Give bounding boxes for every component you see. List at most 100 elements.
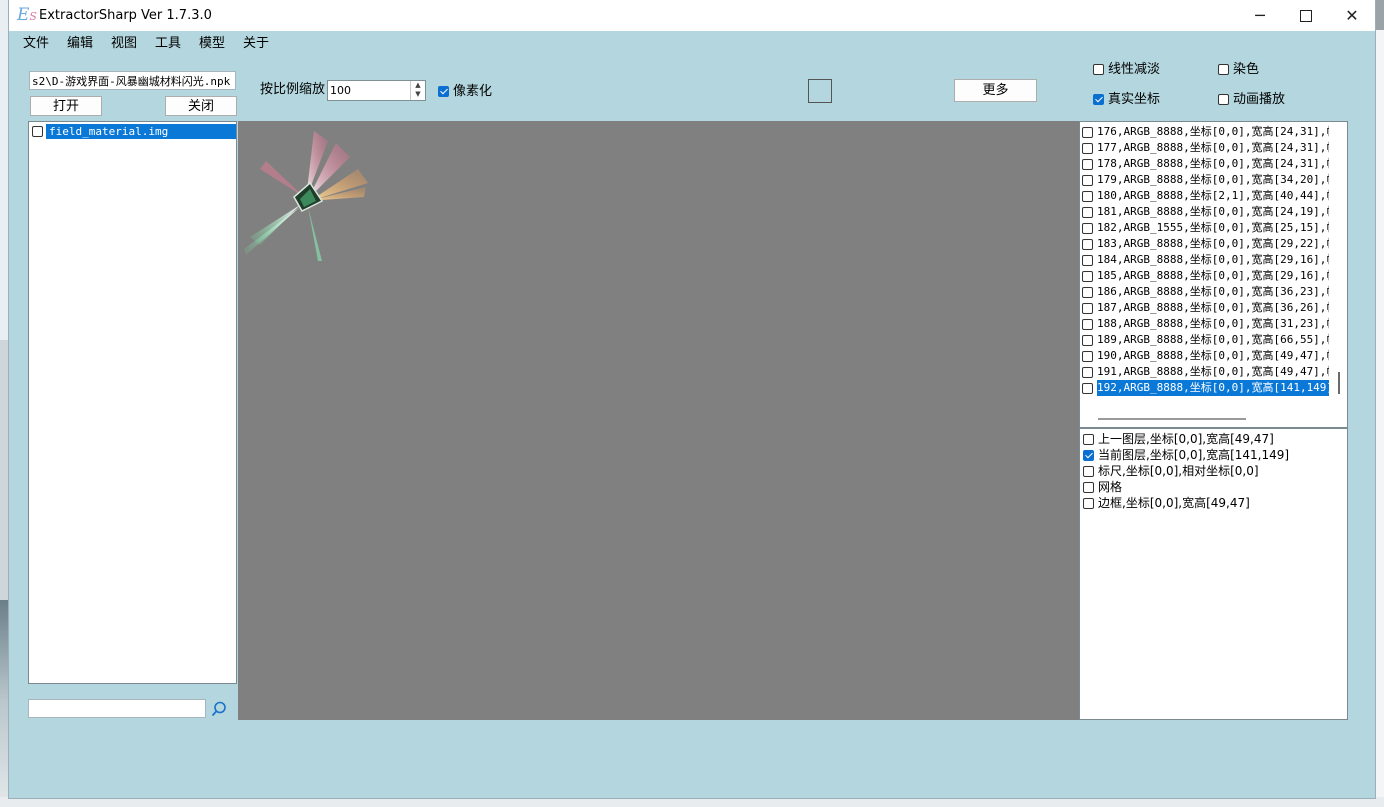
more-button[interactable]: 更多 <box>954 79 1037 102</box>
layer-checkbox[interactable] <box>1083 482 1094 493</box>
layer-row[interactable]: 网格 <box>1083 479 1122 495</box>
layer-checkbox[interactable] <box>1083 498 1094 509</box>
zoom-stepper[interactable]: 100 ▲ ▼ <box>327 80 426 101</box>
frame-checkbox[interactable] <box>1082 142 1093 154</box>
img-file-list[interactable]: field_material.img <box>28 121 237 684</box>
zoom-value[interactable]: 100 <box>330 84 351 97</box>
horizontal-scrollbar[interactable] <box>1098 418 1246 420</box>
menu-model[interactable]: 模型 <box>199 36 225 52</box>
frame-checkbox[interactable] <box>1082 206 1093 218</box>
frame-row[interactable]: 185,ARGB_8888,坐标[0,0],宽高[29,16],帧 <box>1082 268 1332 284</box>
linear-dodge-option[interactable]: 线性减淡 <box>1093 62 1160 78</box>
frame-checkbox[interactable] <box>1082 382 1093 394</box>
frame-checkbox[interactable] <box>1082 126 1093 138</box>
close-file-button[interactable]: 关闭 <box>165 96 237 116</box>
frame-checkbox[interactable] <box>1082 302 1093 314</box>
file-label[interactable]: field_material.img <box>46 124 236 139</box>
preview-canvas[interactable] <box>238 121 1079 720</box>
frame-label[interactable]: 192,ARGB_8888,坐标[0,0],宽高[141,149], <box>1097 380 1329 396</box>
maximize-button[interactable] <box>1283 0 1329 31</box>
menu-tools[interactable]: 工具 <box>155 36 181 52</box>
frame-row[interactable]: 189,ARGB_8888,坐标[0,0],宽高[66,55],帧 <box>1082 332 1332 348</box>
real-coordinates-checkbox[interactable] <box>1093 94 1104 105</box>
frame-checkbox[interactable] <box>1082 366 1093 378</box>
frame-label[interactable]: 178,ARGB_8888,坐标[0,0],宽高[24,31],帧 <box>1097 156 1329 172</box>
frame-checkbox[interactable] <box>1082 254 1093 266</box>
spin-down-icon[interactable]: ▼ <box>411 90 425 99</box>
frame-label[interactable]: 182,ARGB_1555,坐标[0,0],宽高[25,15],帧 <box>1097 220 1329 236</box>
pixelate-checkbox[interactable] <box>438 86 449 97</box>
layer-list[interactable]: 上一图层,坐标[0,0],宽高[49,47] 当前图层,坐标[0,0],宽高[14… <box>1079 428 1348 720</box>
open-button[interactable]: 打开 <box>30 96 102 116</box>
frame-row[interactable]: 191,ARGB_8888,坐标[0,0],宽高[49,47],帧 <box>1082 364 1332 380</box>
frame-label[interactable]: 188,ARGB_8888,坐标[0,0],宽高[31,23],帧 <box>1097 316 1329 332</box>
frame-checkbox[interactable] <box>1082 190 1093 202</box>
menu-edit[interactable]: 编辑 <box>67 36 93 52</box>
layer-row[interactable]: 标尺,坐标[0,0],相对坐标[0,0] <box>1083 463 1259 479</box>
frame-row[interactable]: 183,ARGB_8888,坐标[0,0],宽高[29,22],帧 <box>1082 236 1332 252</box>
frame-checkbox[interactable] <box>1082 222 1093 234</box>
frame-row[interactable]: 176,ARGB_8888,坐标[0,0],宽高[24,31],帧 <box>1082 124 1332 140</box>
frame-checkbox[interactable] <box>1082 334 1093 346</box>
animation-play-option[interactable]: 动画播放 <box>1218 92 1285 108</box>
layer-row[interactable]: 当前图层,坐标[0,0],宽高[141,149] <box>1083 447 1289 463</box>
frame-row[interactable]: 186,ARGB_8888,坐标[0,0],宽高[36,23],帧 <box>1082 284 1332 300</box>
frame-checkbox[interactable] <box>1082 174 1093 186</box>
vertical-scrollbar[interactable] <box>1338 372 1340 394</box>
linear-dodge-checkbox[interactable] <box>1093 64 1104 75</box>
dye-option[interactable]: 染色 <box>1218 62 1259 78</box>
frame-label[interactable]: 189,ARGB_8888,坐标[0,0],宽高[66,55],帧 <box>1097 332 1329 348</box>
frame-row[interactable]: 180,ARGB_8888,坐标[2,1],宽高[40,44],帧 <box>1082 188 1332 204</box>
frame-label[interactable]: 186,ARGB_8888,坐标[0,0],宽高[36,23],帧 <box>1097 284 1329 300</box>
layer-checkbox[interactable] <box>1083 434 1094 445</box>
list-item[interactable]: field_material.img <box>32 124 237 139</box>
frame-checkbox[interactable] <box>1082 158 1093 170</box>
layer-row[interactable]: 边框,坐标[0,0],宽高[49,47] <box>1083 495 1250 511</box>
frame-checkbox[interactable] <box>1082 286 1093 298</box>
frame-checkbox[interactable] <box>1082 350 1093 362</box>
menu-file[interactable]: 文件 <box>23 36 49 52</box>
frame-list[interactable]: 176,ARGB_8888,坐标[0,0],宽高[24,31],帧 177,ARG… <box>1079 121 1348 428</box>
frame-row[interactable]: 178,ARGB_8888,坐标[0,0],宽高[24,31],帧 <box>1082 156 1332 172</box>
frame-checkbox[interactable] <box>1082 318 1093 330</box>
close-window-button[interactable]: ✕ <box>1329 0 1375 31</box>
animation-play-checkbox[interactable] <box>1218 94 1229 105</box>
frame-label[interactable]: 181,ARGB_8888,坐标[0,0],宽高[24,19],帧 <box>1097 204 1329 220</box>
frame-checkbox[interactable] <box>1082 270 1093 282</box>
frame-row[interactable]: 181,ARGB_8888,坐标[0,0],宽高[24,19],帧 <box>1082 204 1332 220</box>
frame-label[interactable]: 190,ARGB_8888,坐标[0,0],宽高[49,47],帧 <box>1097 348 1329 364</box>
pixelate-option[interactable]: 像素化 <box>438 84 492 100</box>
real-coordinates-option[interactable]: 真实坐标 <box>1093 92 1160 108</box>
frame-row[interactable]: 188,ARGB_8888,坐标[0,0],宽高[31,23],帧 <box>1082 316 1332 332</box>
menu-about[interactable]: 关于 <box>243 36 269 52</box>
frame-row[interactable]: 192,ARGB_8888,坐标[0,0],宽高[141,149], <box>1082 380 1332 396</box>
layer-row[interactable]: 上一图层,坐标[0,0],宽高[49,47] <box>1083 431 1274 447</box>
frame-row[interactable]: 177,ARGB_8888,坐标[0,0],宽高[24,31],帧 <box>1082 140 1332 156</box>
frame-label[interactable]: 177,ARGB_8888,坐标[0,0],宽高[24,31],帧 <box>1097 140 1329 156</box>
search-input[interactable] <box>28 699 206 718</box>
frame-label[interactable]: 179,ARGB_8888,坐标[0,0],宽高[34,20],帧 <box>1097 172 1329 188</box>
frame-checkbox[interactable] <box>1082 238 1093 250</box>
layer-checkbox[interactable] <box>1083 450 1094 461</box>
frame-label[interactable]: 191,ARGB_8888,坐标[0,0],宽高[49,47],帧 <box>1097 364 1329 380</box>
frame-label[interactable]: 187,ARGB_8888,坐标[0,0],宽高[36,26],帧 <box>1097 300 1329 316</box>
frame-row[interactable]: 182,ARGB_1555,坐标[0,0],宽高[25,15],帧 <box>1082 220 1332 236</box>
color-picker-swatch[interactable] <box>808 79 832 103</box>
dye-checkbox[interactable] <box>1218 64 1229 75</box>
frame-label[interactable]: 185,ARGB_8888,坐标[0,0],宽高[29,16],帧 <box>1097 268 1329 284</box>
file-checkbox[interactable] <box>32 126 43 137</box>
frame-row[interactable]: 184,ARGB_8888,坐标[0,0],宽高[29,16],帧 <box>1082 252 1332 268</box>
minimize-button[interactable]: ─ <box>1237 0 1283 31</box>
npk-path-field[interactable]: s2\D-游戏界面-风暴幽城材料闪光.npk <box>29 71 236 90</box>
frame-label[interactable]: 176,ARGB_8888,坐标[0,0],宽高[24,31],帧 <box>1097 124 1329 140</box>
search-icon[interactable] <box>211 701 227 717</box>
frame-label[interactable]: 180,ARGB_8888,坐标[2,1],宽高[40,44],帧 <box>1097 188 1329 204</box>
frame-row[interactable]: 179,ARGB_8888,坐标[0,0],宽高[34,20],帧 <box>1082 172 1332 188</box>
spin-up-icon[interactable]: ▲ <box>411 81 425 90</box>
layer-checkbox[interactable] <box>1083 466 1094 477</box>
frame-row[interactable]: 187,ARGB_8888,坐标[0,0],宽高[36,26],帧 <box>1082 300 1332 316</box>
frame-label[interactable]: 184,ARGB_8888,坐标[0,0],宽高[29,16],帧 <box>1097 252 1329 268</box>
frame-label[interactable]: 183,ARGB_8888,坐标[0,0],宽高[29,22],帧 <box>1097 236 1329 252</box>
menu-view[interactable]: 视图 <box>111 36 137 52</box>
frame-row[interactable]: 190,ARGB_8888,坐标[0,0],宽高[49,47],帧 <box>1082 348 1332 364</box>
